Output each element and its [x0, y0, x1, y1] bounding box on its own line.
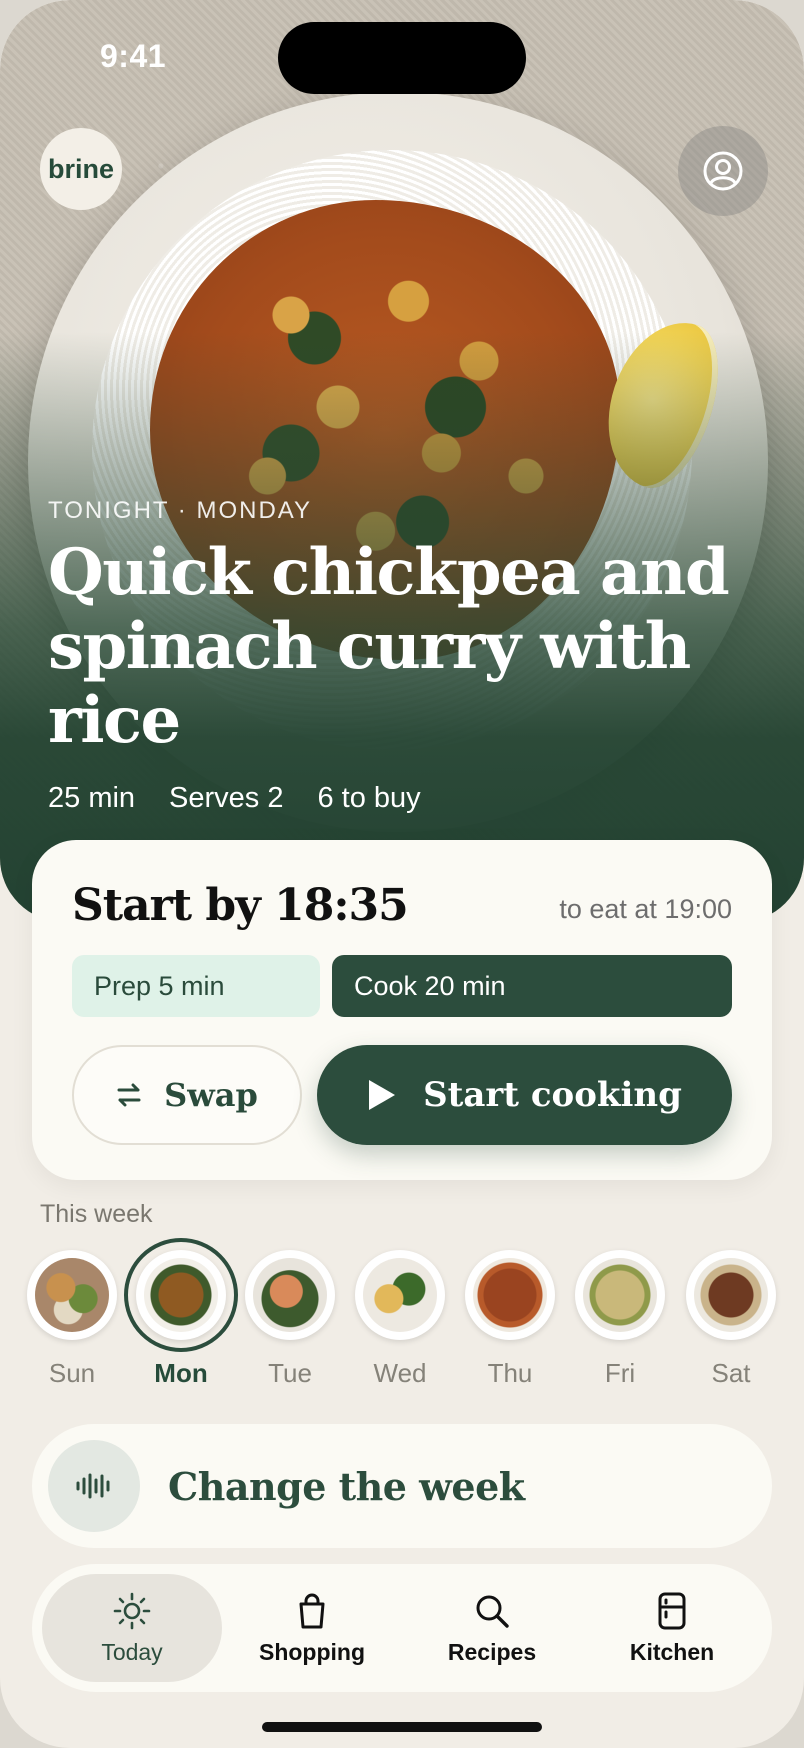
play-icon: [369, 1080, 396, 1110]
salmon-greens-image: [253, 1258, 327, 1332]
meal-thumbnail: [465, 1250, 555, 1340]
meal-thumbnail: [575, 1250, 665, 1340]
meta-servings: Serves 2: [169, 782, 284, 814]
start-cooking-button[interactable]: Start cooking: [317, 1045, 732, 1145]
sausage-stew-image: [473, 1258, 547, 1332]
day-fri[interactable]: Fri: [575, 1250, 665, 1389]
app-screen: 9:41 brine TONIGHT · MONDAY Quick chickp…: [0, 0, 804, 1748]
profile-button[interactable]: [678, 126, 768, 216]
meta-to-buy: 6 to buy: [317, 782, 421, 814]
dynamic-island: [278, 22, 526, 94]
tab-label: Recipes: [447, 1638, 537, 1665]
day-label: Sat: [711, 1358, 751, 1388]
day-label: Thu: [487, 1358, 533, 1388]
tab-kitchen[interactable]: Kitchen: [582, 1574, 762, 1682]
profile-icon: [703, 151, 743, 191]
day-wed[interactable]: Wed: [355, 1250, 445, 1389]
sun-icon: [113, 1592, 151, 1629]
frittata-salad-image: [363, 1258, 437, 1332]
swap-label: Swap: [164, 1076, 258, 1114]
day-tue[interactable]: Tue: [245, 1250, 335, 1389]
change-week-label: Change the week: [168, 1463, 525, 1509]
meal-thumbnail: [27, 1250, 117, 1340]
roast-dinner-image: [35, 1258, 109, 1332]
day-label: Tue: [268, 1358, 312, 1388]
day-sun[interactable]: Sun: [27, 1250, 117, 1389]
week-label: This week: [40, 1200, 153, 1228]
start-cooking-label: Start cooking: [423, 1075, 682, 1115]
home-indicator[interactable]: [262, 1722, 542, 1732]
day-label: Wed: [373, 1358, 427, 1388]
meal-thumbnail: [686, 1250, 776, 1340]
swap-button[interactable]: Swap: [72, 1045, 302, 1145]
day-mon[interactable]: Mon: [124, 1238, 238, 1389]
status-time: 9:41: [100, 38, 167, 74]
eat-at-time: to eat at 19:00: [559, 894, 732, 924]
voice-button[interactable]: [48, 1440, 140, 1532]
tab-recipes[interactable]: Recipes: [402, 1574, 582, 1682]
braised-meat-image: [694, 1258, 768, 1332]
cook-time-pill: Cook 20 min: [332, 955, 732, 1017]
tab-label: Shopping: [258, 1638, 366, 1665]
bag-icon: [299, 1593, 325, 1628]
recipe-title: Quick chickpea and spinach curry with ri…: [48, 535, 730, 758]
tab-shopping[interactable]: Shopping: [222, 1574, 402, 1682]
start-by-title: Start by 18:35: [72, 880, 409, 931]
tab-today[interactable]: Today: [42, 1574, 222, 1682]
meta-time: 25 min: [48, 782, 136, 814]
hero-eyebrow: TONIGHT · MONDAY: [48, 497, 313, 524]
meal-thumbnail: [355, 1250, 445, 1340]
voice-waveform-icon: [76, 1473, 110, 1499]
day-label: Mon: [154, 1358, 208, 1388]
prep-time-pill: Prep 5 min: [72, 955, 320, 1017]
grain-salad-image: [583, 1258, 657, 1332]
tab-bar: Today Shopping Recipes Kitchen: [32, 1564, 772, 1692]
fridge-icon: [658, 1592, 686, 1629]
start-card: Start by 18:35 to eat at 19:00 Prep 5 mi…: [32, 840, 772, 1180]
day-label: Sun: [48, 1358, 96, 1388]
tab-label: Kitchen: [629, 1638, 715, 1665]
day-thu[interactable]: Thu: [465, 1250, 555, 1389]
tab-label: Today: [101, 1638, 163, 1665]
day-label: Fri: [604, 1358, 636, 1388]
selected-ring: [124, 1238, 238, 1352]
search-icon: [476, 1595, 509, 1628]
recipe-meta: 25 min Serves 2 6 to buy: [48, 782, 421, 815]
swap-icon: [117, 1083, 141, 1107]
day-sat[interactable]: Sat: [686, 1250, 776, 1389]
change-week-button[interactable]: Change the week: [32, 1424, 772, 1548]
brand-logo[interactable]: brine: [40, 128, 122, 210]
hero-image: 9:41 brine TONIGHT · MONDAY Quick chickp…: [0, 0, 804, 922]
meal-thumbnail: [245, 1250, 335, 1340]
